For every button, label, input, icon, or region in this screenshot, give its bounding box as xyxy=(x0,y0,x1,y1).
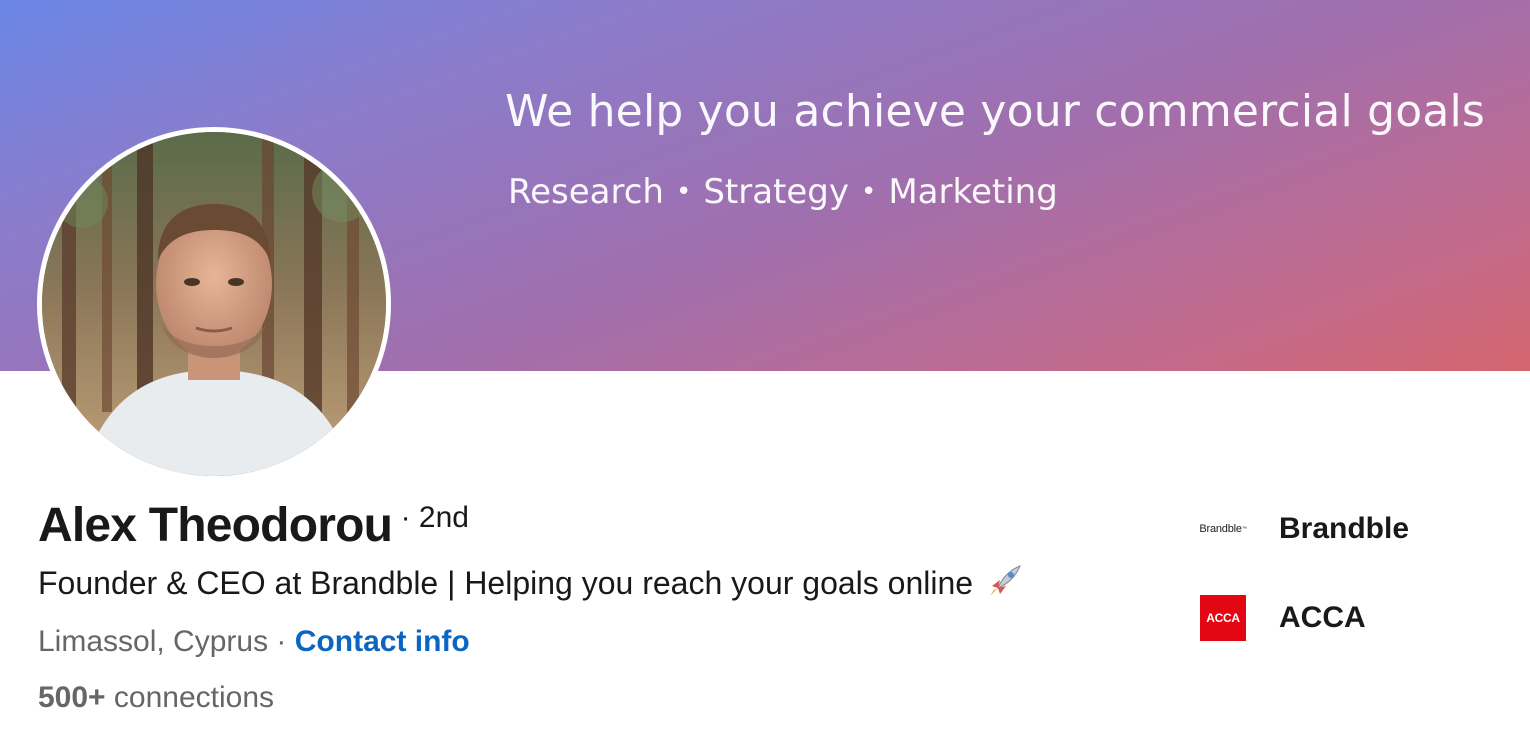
acca-logo-wrap: ACCA xyxy=(1197,594,1249,642)
connections-link[interactable]: 500+ connections xyxy=(38,678,274,718)
contact-info-link[interactable]: Contact info xyxy=(295,625,470,658)
profile-card: We help you achieve your commercial goal… xyxy=(0,0,1530,732)
brandble-logo-text: Brandble xyxy=(1199,523,1242,535)
name-row: Alex Theodorou · 2nd xyxy=(38,498,469,553)
connections-label: connections xyxy=(113,681,275,714)
profile-avatar[interactable] xyxy=(37,127,391,481)
banner-separator: • xyxy=(861,177,877,207)
connections-count: 500+ xyxy=(38,681,106,714)
rocket-icon xyxy=(988,564,1022,610)
banner-service-marketing: Marketing xyxy=(888,172,1058,212)
profile-location: Limassol, Cyprus xyxy=(38,625,269,658)
brandble-logo-mark: ™ xyxy=(1241,526,1247,532)
profile-headline-text: Founder & CEO at Brandble | Helping you … xyxy=(38,565,974,601)
school-name: ACCA xyxy=(1279,601,1366,634)
banner-service-research: Research xyxy=(508,172,664,212)
location-separator: · xyxy=(276,625,287,658)
company-name: Brandble xyxy=(1279,512,1410,545)
banner-headline: We help you achieve your commercial goal… xyxy=(505,86,1486,137)
location-row: Limassol, Cyprus · Contact info xyxy=(38,622,470,662)
profile-headline: Founder & CEO at Brandble | Helping you … xyxy=(38,560,1022,610)
banner-separator: • xyxy=(675,177,692,207)
education-acca[interactable]: ACCA ACCA xyxy=(1197,594,1366,642)
current-company-brandble[interactable]: Brandble ™ Brandble xyxy=(1197,505,1409,553)
profile-name: Alex Theodorou xyxy=(38,499,393,552)
profile-photo xyxy=(42,132,386,476)
acca-logo: ACCA xyxy=(1200,595,1246,641)
brandble-logo: Brandble ™ xyxy=(1197,505,1249,553)
banner-subline: Research • Strategy • Marketing xyxy=(508,170,1058,214)
banner-service-strategy: Strategy xyxy=(703,172,849,212)
connection-degree: · 2nd xyxy=(400,501,469,534)
